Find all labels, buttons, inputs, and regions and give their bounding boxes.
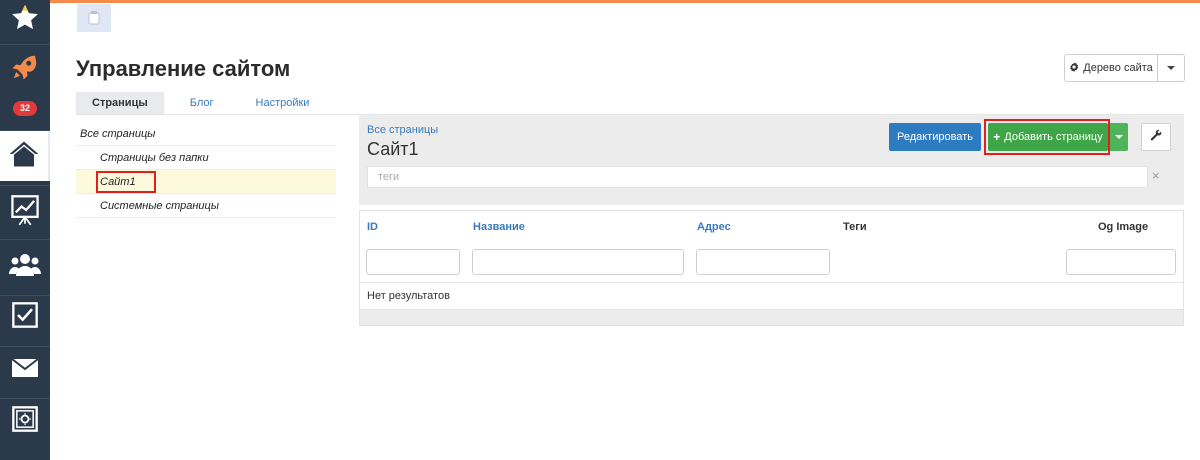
notification-badge: 32 (12, 100, 37, 116)
column-header-tags: Теги (843, 221, 867, 233)
breadcrumb[interactable]: Все страницы (367, 124, 438, 136)
pages-table: ID Название Адрес Теги Og Image Нет резу… (359, 210, 1184, 326)
clear-tags-icon[interactable]: × (1152, 168, 1160, 183)
clients-nav[interactable] (0, 239, 50, 295)
section-tabs: Страницы Блог Настройки (76, 92, 335, 114)
checkbox-icon (11, 301, 39, 334)
folder-header-panel: Все страницы Сайт1 Редактировать + Добав… (359, 115, 1184, 205)
tags-input[interactable]: теги (367, 166, 1148, 188)
home-nav[interactable] (0, 131, 50, 181)
users-icon (9, 252, 41, 283)
column-header-og-image: Og Image (1098, 221, 1149, 233)
filter-name-input[interactable] (472, 249, 684, 275)
column-header-name[interactable]: Название (473, 221, 525, 233)
gear-icon (1069, 61, 1079, 75)
tab-settings[interactable]: Настройки (240, 92, 326, 114)
star-icon (10, 3, 40, 38)
tree-item-site1-label: Сайт1 (96, 171, 156, 193)
storage-nav[interactable] (0, 398, 50, 444)
edit-button[interactable]: Редактировать (889, 123, 981, 151)
table-divider (360, 282, 1183, 283)
mail-icon (11, 357, 39, 383)
notifications-nav[interactable]: 32 (0, 94, 50, 122)
page-title: Управление сайтом (76, 56, 291, 81)
filter-id-input[interactable] (366, 249, 460, 275)
site-tree-dropdown[interactable]: Дерево сайта (1064, 54, 1185, 82)
tree-item-all-pages[interactable]: Все страницы (76, 122, 336, 146)
chevron-down-icon (1167, 66, 1175, 70)
site-tree-label: Дерево сайта (1083, 62, 1153, 74)
site-logo (77, 4, 111, 32)
chevron-down-icon (1114, 135, 1123, 139)
folder-title: Сайт1 (367, 139, 419, 159)
column-header-address[interactable]: Адрес (697, 221, 731, 233)
chart-icon (11, 194, 39, 231)
site-tree-button[interactable]: Дерево сайта (1065, 55, 1158, 81)
home-icon (9, 140, 39, 173)
filter-address-input[interactable] (696, 249, 830, 275)
main-sidebar: 32 (0, 0, 50, 460)
top-accent-stripe (50, 0, 1200, 3)
mail-nav[interactable] (0, 346, 50, 394)
tools-button[interactable] (1141, 123, 1171, 151)
empty-message: Нет результатов (367, 290, 450, 302)
tab-pages[interactable]: Страницы (76, 92, 164, 114)
tree-item-system-pages[interactable]: Системные страницы (76, 194, 336, 218)
column-header-id[interactable]: ID (367, 221, 378, 233)
favorites-nav[interactable] (0, 0, 50, 40)
tab-blog[interactable]: Блог (174, 92, 230, 114)
tasks-nav[interactable] (0, 295, 50, 339)
tree-item-no-folder[interactable]: Страницы без папки (76, 146, 336, 170)
rocket-icon (10, 52, 40, 87)
filter-og-image-input[interactable] (1066, 249, 1176, 275)
add-page-caret[interactable] (1109, 123, 1128, 151)
tree-item-site1[interactable]: Сайт1 (76, 170, 336, 194)
analytics-nav[interactable] (0, 185, 50, 239)
highlight-frame (984, 119, 1110, 155)
wrench-icon (1150, 128, 1162, 146)
site-tree-caret[interactable] (1158, 55, 1184, 81)
page-tree: Все страницы Страницы без папки Сайт1 Си… (76, 122, 336, 218)
launch-nav[interactable] (0, 44, 50, 94)
table-footer (360, 309, 1183, 325)
safe-icon (11, 405, 39, 438)
